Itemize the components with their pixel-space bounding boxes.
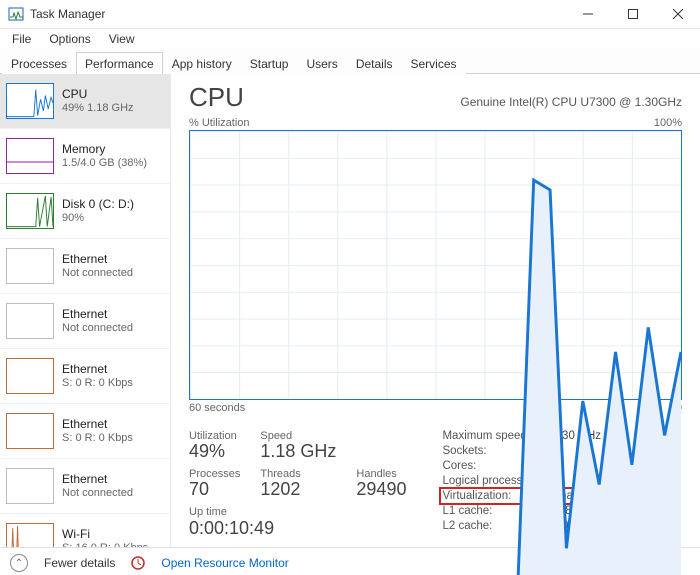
sidebar-item-label: Wi-Fi [62, 527, 148, 542]
sidebar-item-ethernet-1[interactable]: EthernetNot connected [0, 239, 170, 294]
sidebar-item-label: Disk 0 (C: D:) [62, 197, 134, 212]
menubar: File Options View [0, 29, 700, 49]
ethernet-thumbnail [6, 248, 54, 284]
ethernet-thumbnail [6, 468, 54, 504]
sidebar-item-ethernet-5[interactable]: EthernetNot connected [0, 459, 170, 514]
menu-file[interactable]: File [4, 30, 39, 48]
window-title: Task Manager [30, 7, 105, 21]
chart-ylabel: % Utilization [189, 117, 250, 129]
sidebar-item-wifi[interactable]: Wi-FiS: 16.0 R: 0 Kbps [0, 514, 170, 547]
titlebar: Task Manager [0, 0, 700, 29]
task-manager-icon [8, 6, 24, 22]
sidebar-item-sub: S: 16.0 R: 0 Kbps [62, 542, 148, 547]
cpu-utilization-chart[interactable] [189, 130, 682, 400]
sidebar-item-label: Ethernet [62, 472, 133, 487]
close-button[interactable] [655, 0, 700, 28]
sidebar-item-memory[interactable]: Memory1.5/4.0 GB (38%) [0, 129, 170, 184]
ethernet-thumbnail [6, 358, 54, 394]
sidebar-item-label: Ethernet [62, 417, 133, 432]
sidebar-item-sub: S: 0 R: 0 Kbps [62, 377, 133, 391]
sidebar-item-label: Ethernet [62, 307, 133, 322]
page-title: CPU [189, 82, 244, 113]
resource-monitor-icon [131, 556, 145, 570]
ethernet-thumbnail [6, 413, 54, 449]
tab-processes[interactable]: Processes [2, 52, 76, 74]
sidebar: CPU49% 1.18 GHz Memory1.5/4.0 GB (38%) D… [0, 74, 171, 547]
sidebar-item-cpu[interactable]: CPU49% 1.18 GHz [0, 74, 170, 129]
memory-thumbnail [6, 138, 54, 174]
cpu-thumbnail [6, 83, 54, 119]
cpu-brand: Genuine Intel(R) CPU U7300 @ 1.30GHz [460, 95, 682, 109]
sidebar-item-disk0[interactable]: Disk 0 (C: D:)90% [0, 184, 170, 239]
tab-app-history[interactable]: App history [163, 52, 241, 74]
tab-startup[interactable]: Startup [241, 52, 298, 74]
tab-users[interactable]: Users [297, 52, 346, 74]
tab-performance[interactable]: Performance [76, 52, 163, 74]
sidebar-item-sub: 90% [62, 212, 134, 226]
sidebar-item-label: Ethernet [62, 252, 133, 267]
disk-thumbnail [6, 193, 54, 229]
sidebar-item-sub: Not connected [62, 322, 133, 336]
ethernet-thumbnail [6, 303, 54, 339]
tabs: Processes Performance App history Startu… [0, 49, 700, 74]
wifi-thumbnail [6, 523, 54, 547]
sidebar-item-label: Ethernet [62, 362, 133, 377]
sidebar-item-sub: 49% 1.18 GHz [62, 102, 134, 116]
sidebar-item-sub: Not connected [62, 487, 133, 501]
menu-view[interactable]: View [101, 30, 143, 48]
tab-services[interactable]: Services [402, 52, 466, 74]
maximize-button[interactable] [610, 0, 655, 28]
sidebar-item-ethernet-3[interactable]: EthernetS: 0 R: 0 Kbps [0, 349, 170, 404]
sidebar-item-ethernet-2[interactable]: EthernetNot connected [0, 294, 170, 349]
sidebar-item-label: CPU [62, 87, 134, 102]
sidebar-item-sub: Not connected [62, 267, 133, 281]
fewer-details-link[interactable]: Fewer details [44, 556, 115, 570]
menu-options[interactable]: Options [41, 30, 98, 48]
minimize-button[interactable] [565, 0, 610, 28]
sidebar-item-ethernet-4[interactable]: EthernetS: 0 R: 0 Kbps [0, 404, 170, 459]
tab-details[interactable]: Details [347, 52, 402, 74]
sidebar-item-label: Memory [62, 142, 147, 157]
sidebar-item-sub: S: 0 R: 0 Kbps [62, 432, 133, 446]
sidebar-item-sub: 1.5/4.0 GB (38%) [62, 157, 147, 171]
chevron-up-icon[interactable]: ⌃ [10, 554, 28, 572]
chart-ymax: 100% [654, 117, 682, 129]
main-panel: CPU Genuine Intel(R) CPU U7300 @ 1.30GHz… [171, 74, 700, 547]
